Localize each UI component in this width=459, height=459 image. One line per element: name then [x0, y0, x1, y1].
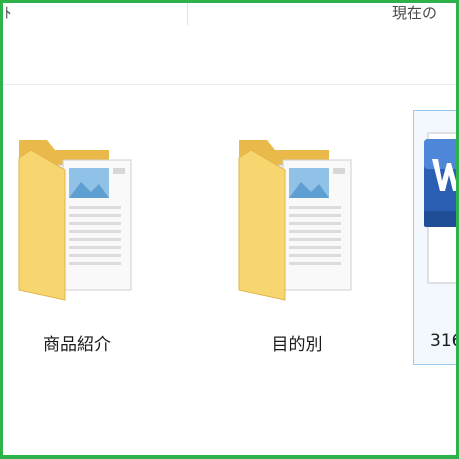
item-label: 316	[430, 331, 459, 351]
folder-icon	[238, 140, 352, 301]
item-label: 商品紹介	[43, 335, 111, 355]
column-header-type[interactable]: ﾄ	[4, 2, 44, 24]
word-document-icon	[424, 132, 459, 284]
folder-item-products[interactable]: 商品紹介	[7, 110, 147, 365]
folder-icon	[18, 140, 132, 301]
file-item-word-document[interactable]: 316	[413, 110, 459, 365]
column-header-bar: ﾄ 現在の	[0, 0, 459, 29]
column-header-status[interactable]: 現在の	[392, 2, 456, 24]
file-view: 商品紹介 目的別 316	[0, 85, 459, 455]
folder-item-by-purpose[interactable]: 目的別	[227, 110, 367, 365]
column-divider[interactable]	[187, 3, 188, 25]
address-bar-area	[0, 28, 459, 85]
item-label: 目的別	[271, 335, 323, 355]
